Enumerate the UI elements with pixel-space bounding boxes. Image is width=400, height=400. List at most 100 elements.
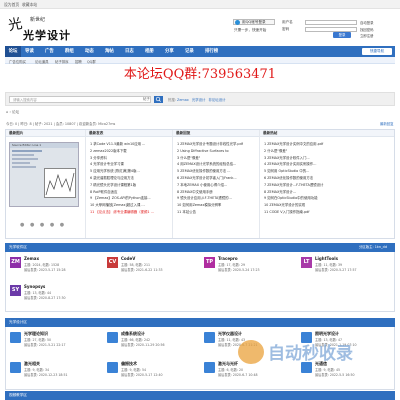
search-type-select[interactable]: 帖子 — [143, 96, 150, 103]
forum-item[interactable]: 光学理论知识 主题: 27, 帖数: 50 最后发表: 2021-5-21 22:1… — [8, 330, 103, 357]
image-window-title: Source Editor: Line 1 — [10, 143, 78, 148]
list-item[interactable]: 10 如何用Zemax模拟分辨率 — [177, 202, 257, 209]
section-software-header[interactable]: 光学软件区 分区版主: 1kn_dd — [5, 243, 395, 252]
forum-icon: SY — [10, 285, 21, 296]
home-icon[interactable]: ⌂ — [6, 110, 8, 114]
list-item[interactable]: 4 光学设计专业学习课 — [90, 161, 170, 168]
subnav-item-qqgroup[interactable]: QQ群 — [87, 59, 96, 64]
hot-search-item[interactable]: 光学设计 — [192, 98, 206, 102]
subnav-item-sort[interactable]: 帖子排序 — [55, 59, 69, 64]
breadcrumb-forum[interactable]: 论坛 — [12, 110, 19, 114]
forum-folder-icon — [10, 332, 21, 343]
image-plot-graphic — [44, 168, 76, 198]
list-item[interactable]: 3 分享资料 — [90, 155, 170, 162]
list-item[interactable]: 8 ZEMAX中文使用手册 — [177, 189, 257, 196]
forum-icon: TP — [204, 257, 215, 268]
list-item[interactable]: 11 本站公告 — [177, 209, 257, 216]
list-item[interactable]: 6 激光谐振腔理论与应用方法 — [90, 175, 170, 182]
forum-item[interactable]: LT LightTools 主题: 11, 帖数: 39 最后发表: 2020-5-2… — [299, 255, 394, 281]
username-input[interactable] — [305, 20, 357, 25]
hot-search-item[interactable]: 非论坛设计 — [209, 98, 226, 102]
section-video-header[interactable]: 视频教学区 — [5, 391, 395, 400]
list-item[interactable]: 6 ZEMAX优化操作数的使用方法 — [264, 175, 392, 182]
set-homepage-link[interactable]: 设为首页 — [4, 2, 19, 8]
forum-item[interactable]: 偏振技术 主题: 9, 帖数: 54 最后发表: 2020-5-17 12:40 — [105, 360, 200, 387]
nav-item-groups[interactable]: 群组 — [65, 46, 74, 57]
list-item[interactable]: 9 如何在OpticStudio中的使用功能 — [264, 195, 392, 202]
hot-search-item[interactable]: Zemax — [177, 98, 189, 102]
nav-item-collections[interactable]: 淘帖 — [105, 46, 114, 57]
subnav-item-props[interactable]: 论坛道具 — [35, 59, 49, 64]
list-item[interactable]: 1 ZEMAX光学设计实例中文的应用.pdf — [264, 141, 392, 148]
search-input[interactable]: 请输入搜索内容 — [9, 96, 151, 103]
forum-name[interactable]: Synopsys — [24, 284, 45, 289]
list-item[interactable]: 8 ZEMAX光学设计... — [264, 189, 392, 196]
forum-last-post: 最后发表: 2020-6-7 10:48 — [218, 373, 258, 377]
list-item[interactable]: 9 镜头设计应用.jl.F-THETA透镜的... — [177, 195, 257, 202]
carousel-dots[interactable]: ● ● ● ● ● — [20, 222, 66, 228]
list-item[interactable]: 9 【Zemax】ZOS-API的Python连接... — [90, 195, 170, 202]
auto-login-checkbox[interactable]: 自动登录 — [360, 20, 374, 25]
list-item[interactable]: 7 精光镜头光学设计课程第1版 — [90, 182, 170, 189]
bookmark-link[interactable]: 收藏本站 — [22, 2, 37, 8]
nav-item-feed[interactable]: 动态 — [85, 46, 94, 57]
list-item[interactable]: 7 ZEMAX光学设计...F-THETA透镜设计 — [264, 182, 392, 189]
nav-item-blog[interactable]: 日志 — [125, 46, 134, 57]
login-button[interactable]: 登录 — [333, 32, 351, 38]
list-item[interactable]: 2 Using Diffractive Surfaces to — [177, 148, 257, 155]
list-item[interactable]: 2 什么是"像差" — [264, 148, 392, 155]
forum-last-post: 最后发表: 2020-5-27 17:57 — [315, 268, 357, 272]
forgot-password-link[interactable]: 找回密码 — [360, 27, 374, 32]
forum-last-post: 最后发表: 2020-5-17 12:40 — [121, 373, 163, 377]
subnav-item-adbuy[interactable]: 广告位购买 — [9, 59, 26, 64]
list-item[interactable]: 11 【论点击】 综专业课编辑器（视频1 ... — [90, 209, 170, 216]
list-item[interactable]: 6 ZEMAX光学设计初学者入门(Frank... — [177, 175, 257, 182]
featured-image[interactable]: Source Editor: Line 1 — [9, 142, 79, 207]
list-item[interactable]: 8 RoiP软件自适应 — [90, 189, 170, 196]
list-item[interactable]: 3 ZEMAX光学设计软件入门... — [264, 155, 392, 162]
forum-item[interactable]: TP Tracepro 主题: 17, 帖数: 29 最后发表: 2020-5-24 … — [202, 255, 297, 281]
list-item[interactable]: 4 ZEMAX光学设计实用实例操作... — [264, 161, 392, 168]
latest-replies-link[interactable]: 最新回复 — [380, 121, 394, 126]
forum-item[interactable]: SY Synopsys 主题: 13, 帖数: 44 最后发表: 2020-8-27 … — [8, 283, 103, 309]
list-item[interactable]: 1 ZEMAX光学设计专题设计非线性光学.pdf — [177, 141, 257, 148]
register-link[interactable]: 立即注册 — [360, 33, 374, 38]
nav-item-forum[interactable]: 论坛 — [5, 46, 21, 57]
list-item[interactable]: 10 大菲网播放[Zemax]超过入课 ... — [90, 202, 170, 209]
forum-last-post: 最后发表: 2022-5-5 16:50 — [315, 373, 355, 377]
list-item[interactable]: 5 ZEMAX优化操作数的使用方法 ... — [177, 168, 257, 175]
forum-name[interactable]: CodeV — [121, 256, 135, 261]
nav-item-guide[interactable]: 导读 — [25, 46, 34, 57]
new-posts-list: 1 求Code V11.5最新 win10应用 ... 2 zemax2022版本… — [90, 141, 170, 216]
section-design-header[interactable]: 光学设计区 — [5, 318, 395, 327]
nav-item-ads[interactable]: 广告 — [45, 46, 54, 57]
quick-nav-button[interactable]: 快捷导航 — [362, 48, 392, 55]
list-item[interactable]: 5 应用光学系统 [陈红满]第4版... — [90, 168, 170, 175]
list-item[interactable]: 2 zemax2022版本下载 — [90, 148, 170, 155]
list-item[interactable]: 1 求Code V11.5最新 win10应用 ... — [90, 141, 170, 148]
list-item[interactable]: 11 CODE V入门操作指南.pdf — [264, 209, 392, 216]
forum-item[interactable]: ZM Zemax 主题: 2024, 帖数: 1528 最后发表: 2023-5-17… — [8, 255, 103, 281]
section-moderator[interactable]: 分区版主: 1kn_dd — [359, 243, 387, 252]
forum-name[interactable]: Tracepro — [218, 256, 238, 261]
nav-item-ranking[interactable]: 排行榜 — [205, 46, 218, 57]
forum-item[interactable]: 激光相关 主题: 9, 帖数: 34 最后发表: 2020-12-23 18:51 — [8, 360, 103, 387]
new-posts-title: 最新发表 — [86, 130, 172, 137]
nav-item-records[interactable]: 记录 — [185, 46, 194, 57]
nav-item-album[interactable]: 相册 — [145, 46, 154, 57]
list-item[interactable]: 10 ZEMAX光学设计的实现 — [264, 202, 392, 209]
nav-item-share[interactable]: 分享 — [165, 46, 174, 57]
list-item[interactable]: 3 什么是"像差" — [177, 155, 257, 162]
list-item[interactable]: 4 用ZEMAX设计光学系统的经验总结... — [177, 161, 257, 168]
search-button[interactable] — [154, 96, 163, 103]
forum-name[interactable]: LightTools — [315, 256, 338, 261]
forum-item[interactable]: CV CodeV 主题: 58, 帖数: 211 最后发表: 2021-6-22 11… — [105, 255, 200, 281]
qq-login-button[interactable]: 用QQ帐号登录 — [233, 19, 275, 25]
forum-name[interactable]: Zemax — [24, 256, 39, 261]
list-item[interactable]: 5 如何用 OpticStudio 中的... — [264, 168, 392, 175]
list-item[interactable]: 7 本地ZEMAX 小使用心得介绍... — [177, 182, 257, 189]
logo-subtitle: 新世纪 — [30, 17, 46, 23]
subnav-item-jobs[interactable]: 招聘 — [75, 59, 82, 64]
site-logo[interactable]: 光 新世纪 光学设计 — [7, 10, 83, 44]
forum-item[interactable]: 成像系统设计 主题: 66, 帖数: 242 最后发表: 2020-11-29 20… — [105, 330, 200, 357]
